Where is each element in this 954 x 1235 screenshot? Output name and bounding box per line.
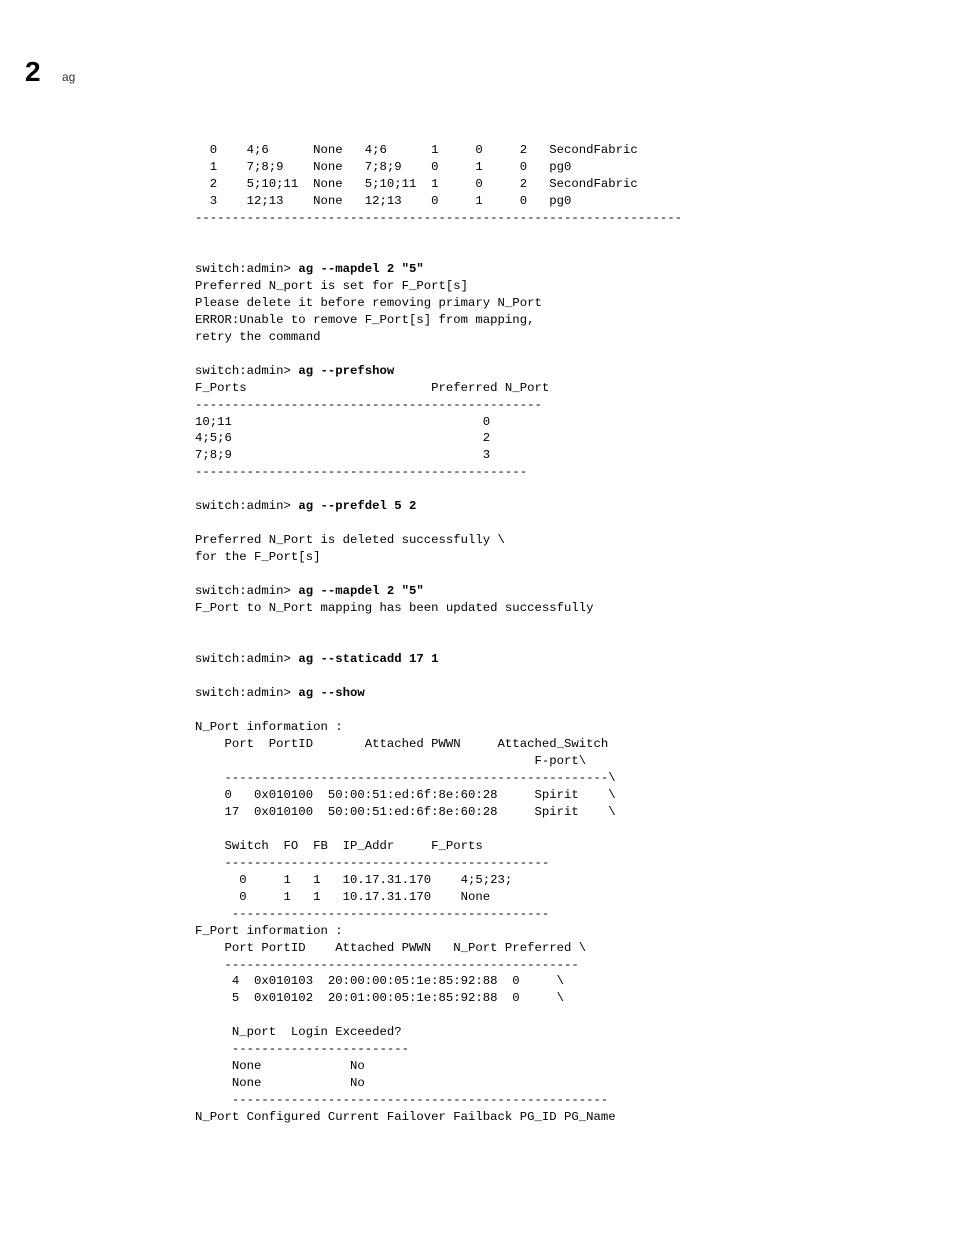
output-line: 17 0x010100 50:00:51:ed:6f:8e:60:28 Spir… bbox=[195, 805, 616, 819]
output-line: ERROR:Unable to remove F_Port[s] from ma… bbox=[195, 313, 534, 327]
separator: ----------------------------------------… bbox=[195, 398, 542, 412]
separator: ----------------------------------------… bbox=[195, 771, 616, 785]
command: ag --prefdel 5 2 bbox=[298, 499, 416, 513]
command: ag --staticadd 17 1 bbox=[298, 652, 438, 666]
output-line: 5 0x010102 20:01:00:05:1e:85:92:88 0 \ bbox=[195, 991, 564, 1005]
page-number: 2 bbox=[25, 56, 41, 88]
separator: ----------------------------------------… bbox=[195, 856, 549, 870]
output-line: F-port\ bbox=[195, 754, 586, 768]
separator: ----------------------------------------… bbox=[195, 958, 579, 972]
output-line: Preferred N_port is set for F_Port[s] bbox=[195, 279, 468, 293]
output-line: F_Port information : bbox=[195, 924, 343, 938]
content-area: 0 4;6 None 4;6 1 0 2 SecondFabric 1 7;8;… bbox=[195, 142, 895, 1126]
output-line: for the F_Port[s] bbox=[195, 550, 320, 564]
command: ag --mapdel 2 "5" bbox=[298, 262, 423, 276]
output-line: None No bbox=[195, 1059, 365, 1073]
output-line: 0 0x010100 50:00:51:ed:6f:8e:60:28 Spiri… bbox=[195, 788, 616, 802]
command: ag --show bbox=[298, 686, 364, 700]
separator: ------------------------ bbox=[195, 1042, 409, 1056]
output-line: 10;11 0 bbox=[195, 415, 490, 429]
output-line: Port PortID Attached PWWN N_Port Preferr… bbox=[195, 941, 586, 955]
prompt: switch:admin> bbox=[195, 499, 298, 513]
table-row: 1 7;8;9 None 7;8;9 0 1 0 pg0 bbox=[195, 160, 571, 174]
separator: ----------------------------------------… bbox=[195, 211, 682, 225]
output-line: 4;5;6 2 bbox=[195, 431, 490, 445]
separator: ----------------------------------------… bbox=[195, 907, 549, 921]
prompt: switch:admin> bbox=[195, 262, 298, 276]
output-line: None No bbox=[195, 1076, 365, 1090]
section-tag: ag bbox=[62, 70, 75, 84]
separator: ----------------------------------------… bbox=[195, 465, 527, 479]
output-line: Port PortID Attached PWWN Attached_Switc… bbox=[195, 737, 608, 751]
separator: ----------------------------------------… bbox=[195, 1093, 608, 1107]
table-row: 2 5;10;11 None 5;10;11 1 0 2 SecondFabri… bbox=[195, 177, 638, 191]
output-line: N_port Login Exceeded? bbox=[195, 1025, 402, 1039]
output-line: 0 1 1 10.17.31.170 4;5;23; bbox=[195, 873, 512, 887]
output-line: 0 1 1 10.17.31.170 None bbox=[195, 890, 490, 904]
output-line: N_Port information : bbox=[195, 720, 343, 734]
output-line: 4 0x010103 20:00:00:05:1e:85:92:88 0 \ bbox=[195, 974, 564, 988]
output-line: retry the command bbox=[195, 330, 320, 344]
prompt: switch:admin> bbox=[195, 364, 298, 378]
output-line: F_Port to N_Port mapping has been update… bbox=[195, 601, 593, 615]
prompt: switch:admin> bbox=[195, 686, 298, 700]
prompt: switch:admin> bbox=[195, 652, 298, 666]
output-line: Switch FO FB IP_Addr F_Ports bbox=[195, 839, 483, 853]
output-line: F_Ports Preferred N_Port bbox=[195, 381, 549, 395]
table-row: 0 4;6 None 4;6 1 0 2 SecondFabric bbox=[195, 143, 638, 157]
command: ag --mapdel 2 "5" bbox=[298, 584, 423, 598]
output-line: 7;8;9 3 bbox=[195, 448, 490, 462]
prompt: switch:admin> bbox=[195, 584, 298, 598]
command: ag --prefshow bbox=[298, 364, 394, 378]
output-line: Preferred N_Port is deleted successfully… bbox=[195, 533, 505, 547]
output-line: Please delete it before removing primary… bbox=[195, 296, 542, 310]
output-line: N_Port Configured Current Failover Failb… bbox=[195, 1110, 616, 1124]
table-row: 3 12;13 None 12;13 0 1 0 pg0 bbox=[195, 194, 571, 208]
